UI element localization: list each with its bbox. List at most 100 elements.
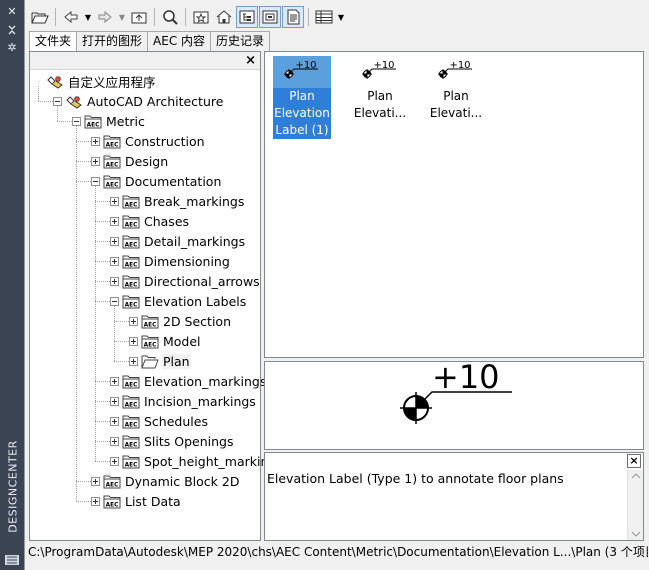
expand-icon[interactable] bbox=[110, 236, 119, 246]
aec-folder-icon: AEC bbox=[122, 234, 140, 249]
tree-node[interactable]: AEC Elevation_markings bbox=[110, 372, 267, 390]
tree-node-label: Metric bbox=[106, 113, 145, 129]
search-icon[interactable] bbox=[159, 6, 181, 28]
close-description-icon[interactable]: × bbox=[627, 454, 641, 468]
svg-text:AEC: AEC bbox=[125, 262, 138, 268]
expand-icon[interactable] bbox=[110, 396, 119, 406]
tree-connector bbox=[95, 461, 110, 462]
description-scrollbar[interactable] bbox=[627, 470, 643, 540]
close-tree-icon[interactable]: × bbox=[245, 53, 256, 68]
toolbar-separator bbox=[55, 8, 56, 26]
expand-icon[interactable] bbox=[110, 436, 119, 446]
collapse-icon[interactable] bbox=[72, 116, 81, 126]
tree-node[interactable]: AEC Documentation bbox=[91, 172, 222, 190]
tree-node[interactable]: AEC Detail_markings bbox=[110, 232, 246, 250]
aec-folder-icon: AEC bbox=[103, 134, 121, 149]
tree-node-label: Incision_markings bbox=[144, 393, 256, 409]
expand-icon[interactable] bbox=[110, 416, 119, 426]
svg-text:AEC: AEC bbox=[125, 422, 138, 428]
tree-node[interactable]: AEC Metric bbox=[72, 112, 146, 130]
expand-icon[interactable] bbox=[110, 376, 119, 386]
tree-node[interactable]: AEC List Data bbox=[91, 492, 182, 510]
collapse-icon[interactable] bbox=[53, 96, 62, 106]
tab-1[interactable]: 打开的图形 bbox=[76, 31, 149, 51]
expand-icon[interactable] bbox=[110, 256, 119, 266]
tree-node-label: Schedules bbox=[144, 413, 208, 429]
tree-node-label: Break_markings bbox=[144, 193, 245, 209]
palette-title-bar[interactable]: ✕ ✲ DESIGNCENTER bbox=[0, 0, 24, 570]
expand-icon[interactable] bbox=[91, 496, 100, 506]
collapse-icon[interactable] bbox=[110, 296, 119, 306]
tree-view-toggle-icon[interactable] bbox=[236, 6, 258, 28]
expand-icon[interactable] bbox=[129, 356, 138, 366]
expand-icon[interactable] bbox=[110, 276, 119, 286]
tree-connector bbox=[95, 186, 96, 461]
tree-node-label: Chases bbox=[144, 213, 190, 229]
forward-icon[interactable] bbox=[94, 6, 116, 28]
tree-connector bbox=[76, 141, 91, 142]
open-icon[interactable] bbox=[29, 6, 51, 28]
aec-folder-icon: AEC bbox=[103, 174, 121, 189]
expand-icon[interactable] bbox=[129, 316, 138, 326]
tree-connector bbox=[95, 201, 110, 202]
tree-node[interactable]: AEC Construction bbox=[91, 132, 206, 150]
forward-dropdown-icon[interactable]: ▼ bbox=[117, 6, 127, 28]
content-item-label-line: Elevati... bbox=[353, 106, 407, 120]
content-item-label-line: Label (1) bbox=[275, 123, 329, 137]
content-area[interactable]: +10 Plan Elevation Label (1) +10 Plan Elevati.… bbox=[264, 51, 644, 358]
svg-text:AEC: AEC bbox=[87, 122, 100, 128]
tree-node[interactable]: AutoCAD Architecture bbox=[53, 92, 224, 110]
expand-icon[interactable] bbox=[91, 476, 100, 486]
autohide-icon[interactable] bbox=[4, 24, 20, 36]
aec-folder-icon: AEC bbox=[103, 494, 121, 509]
aec-folder-icon: AEC bbox=[141, 334, 159, 349]
tree-node[interactable]: AEC Elevation Labels bbox=[110, 292, 247, 310]
tree-node[interactable]: AEC Slits Openings bbox=[110, 432, 235, 450]
content-item[interactable]: +10 Plan Elevati... bbox=[427, 56, 485, 122]
tree-node[interactable]: AEC Dynamic Block 2D bbox=[91, 472, 240, 490]
tree-node[interactable]: Plan bbox=[129, 352, 191, 370]
back-dropdown-icon[interactable]: ▼ bbox=[83, 6, 93, 28]
close-palette-icon[interactable]: ✕ bbox=[4, 6, 20, 18]
tree-node[interactable]: AEC 2D Section bbox=[129, 312, 232, 330]
favorites-icon[interactable] bbox=[190, 6, 212, 28]
expand-icon[interactable] bbox=[110, 196, 119, 206]
tree-node[interactable]: AEC Directional_arrows bbox=[110, 272, 261, 290]
tree-node[interactable]: AEC Model bbox=[129, 332, 202, 350]
content-item-label-line: Plan bbox=[367, 89, 393, 103]
home-icon[interactable] bbox=[213, 6, 235, 28]
expand-icon[interactable] bbox=[129, 336, 138, 346]
tree-node[interactable]: AEC Break_markings bbox=[110, 192, 245, 210]
tree-node[interactable]: AEC Incision_markings bbox=[110, 392, 257, 410]
expand-icon[interactable] bbox=[91, 156, 100, 166]
tree-node[interactable]: AEC Schedules bbox=[110, 412, 209, 430]
content-item[interactable]: +10 Plan Elevation Label (1) bbox=[273, 56, 331, 139]
tree-node[interactable]: AEC Spot_height_markings bbox=[110, 452, 284, 470]
tree-node[interactable]: AEC Chases bbox=[110, 212, 190, 230]
palette-grip-icon bbox=[5, 554, 19, 566]
content-item-label-line: Elevation bbox=[274, 106, 330, 120]
tab-3[interactable]: 历史记录 bbox=[210, 31, 271, 51]
expand-icon[interactable] bbox=[110, 456, 119, 466]
toolbar: ▼ ▼ ▼ bbox=[29, 5, 346, 29]
preview-toggle-icon[interactable] bbox=[259, 6, 281, 28]
tree-node[interactable]: 自定义应用程序 bbox=[34, 72, 157, 90]
preview-label: +10 bbox=[432, 362, 500, 396]
status-bar: C:\ProgramData\Autodesk\MEP 2020\chs\AEC… bbox=[28, 545, 648, 559]
expand-icon[interactable] bbox=[110, 216, 119, 226]
views-icon[interactable] bbox=[313, 6, 335, 28]
tree-node-label: List Data bbox=[125, 493, 181, 509]
content-item[interactable]: +10 Plan Elevati... bbox=[351, 56, 409, 122]
tab-0[interactable]: 文件夹 bbox=[29, 31, 78, 52]
tab-2[interactable]: AEC 内容 bbox=[147, 31, 212, 51]
description-toggle-icon[interactable] bbox=[282, 6, 304, 28]
tree-node[interactable]: AEC Design bbox=[91, 152, 169, 170]
properties-gear-icon[interactable]: ✲ bbox=[4, 42, 20, 54]
back-icon[interactable] bbox=[60, 6, 82, 28]
views-dropdown-icon[interactable]: ▼ bbox=[336, 6, 346, 28]
collapse-icon[interactable] bbox=[91, 176, 100, 186]
tree-node[interactable]: AEC Dimensioning bbox=[110, 252, 231, 270]
folder-tree-panel[interactable]: × 自定义应用程序 AutoCAD Architecture AEC Metric AE… bbox=[29, 51, 283, 541]
expand-icon[interactable] bbox=[91, 136, 100, 146]
up-icon[interactable] bbox=[128, 6, 150, 28]
